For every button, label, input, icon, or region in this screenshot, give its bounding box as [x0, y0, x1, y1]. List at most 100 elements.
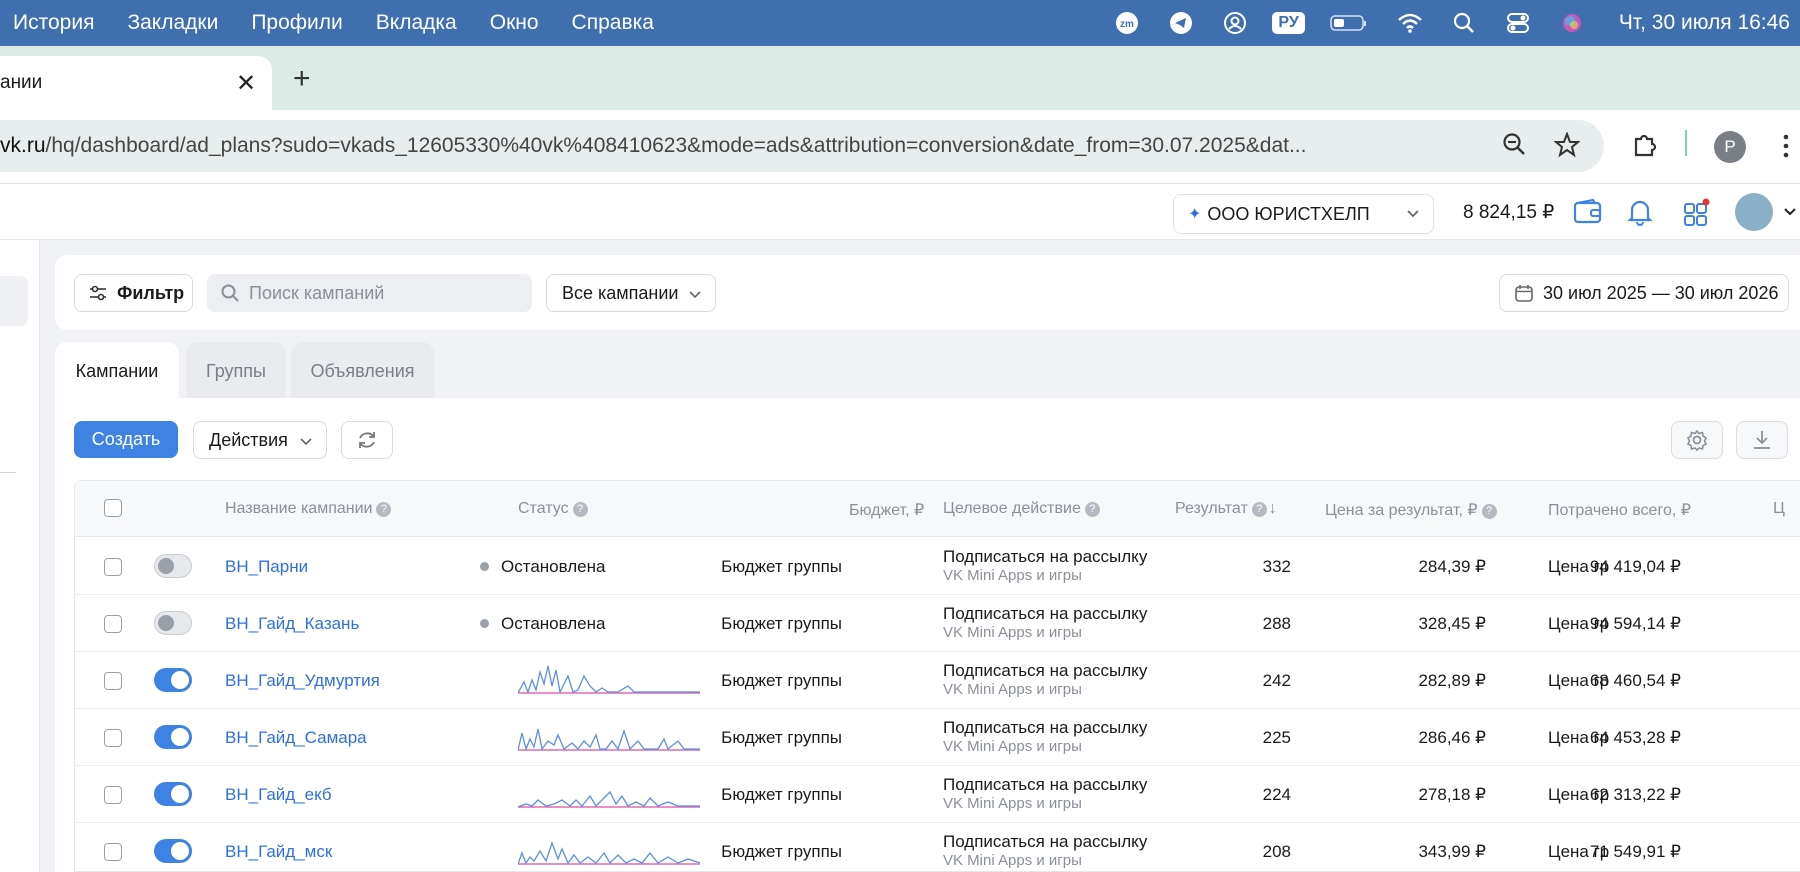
campaign-name-link[interactable]: ВН_Гайд_мск [225, 842, 332, 862]
help-icon[interactable]: ? [1251, 502, 1267, 517]
date-range-picker[interactable]: 30 июл 2025 — 30 июл 2026 [1499, 274, 1789, 312]
campaign-toggle[interactable] [154, 611, 192, 635]
table-row[interactable]: ВН_Парни Остановлена Бюджет группы Подпи… [75, 538, 1800, 595]
table-settings-button[interactable] [1671, 421, 1723, 459]
menu-help[interactable]: Справка [572, 11, 654, 35]
campaign-toggle[interactable] [154, 554, 192, 578]
budget-value: Бюджет группы [721, 671, 842, 690]
close-tab-icon[interactable]: ✕ [236, 69, 256, 98]
sort-desc-icon[interactable]: ↓ [1269, 500, 1277, 517]
tab-ads[interactable]: Объявления [291, 342, 434, 400]
new-tab-icon[interactable]: + [293, 62, 311, 96]
browser-profile-avatar[interactable]: P [1714, 131, 1746, 163]
help-icon[interactable]: ? [1084, 502, 1100, 517]
column-header-price[interactable]: Цена за результат, ₽? [1325, 500, 1497, 520]
target-platform: VK Mini Apps и игры [943, 567, 1082, 585]
target-action: Подписаться на рассылку [943, 832, 1148, 851]
campaign-toggle[interactable] [154, 668, 192, 692]
filter-button[interactable]: Фильтр [74, 274, 193, 312]
next-column-value: Цена гр [1548, 842, 1610, 861]
wallet-icon[interactable] [1573, 198, 1603, 231]
tab-campaigns[interactable]: Кампании [55, 342, 179, 400]
row-checkbox[interactable] [104, 843, 122, 861]
column-header-next[interactable]: Ц [1773, 500, 1785, 518]
select-all-checkbox[interactable] [104, 499, 122, 517]
table-row[interactable]: ВН_Гайд_екб Бюджет группы Подписаться на… [75, 766, 1800, 823]
row-checkbox[interactable] [104, 672, 122, 690]
address-bar[interactable]: vk.ru/hq/dashboard/ad_plans?sudo=vkads_1… [0, 120, 1604, 172]
browser-tab-active[interactable]: ании ✕ [0, 56, 272, 110]
price-per-result: 284,39 ₽ [1418, 557, 1486, 576]
help-icon[interactable]: ? [572, 502, 588, 517]
campaign-name-link[interactable]: ВН_Гайд_екб [225, 785, 332, 805]
menu-tab[interactable]: Вкладка [376, 11, 457, 35]
campaign-toggle[interactable] [154, 725, 192, 749]
sparkle-icon: ✦ [1188, 206, 1202, 223]
user-avatar[interactable] [1735, 193, 1773, 231]
notifications-bell-icon[interactable] [1627, 198, 1653, 231]
battery-icon[interactable] [1329, 10, 1369, 36]
zoom-icon[interactable]: zm [1114, 10, 1140, 36]
browser-tab-title: ании [0, 72, 43, 93]
help-icon[interactable]: ? [376, 502, 392, 517]
extensions-puzzle-icon[interactable] [1632, 132, 1658, 163]
campaign-toggle[interactable] [154, 839, 192, 863]
table-row[interactable]: ВН_Гайд_Самара Бюджет группы Подписаться… [75, 709, 1800, 766]
campaign-name-link[interactable]: ВН_Гайд_Казань [225, 614, 359, 634]
siri-icon[interactable] [1559, 10, 1585, 36]
campaign-toggle[interactable] [154, 782, 192, 806]
column-header-name[interactable]: Название кампании? [225, 500, 392, 518]
column-header-spent[interactable]: Потрачено всего, ₽ [1548, 500, 1691, 520]
organization-select[interactable]: ✦ ООО ЮРИСТХЕЛП [1173, 194, 1434, 234]
table-row[interactable]: ВН_Гайд_Казань Остановлена Бюджет группы… [75, 595, 1800, 652]
campaign-name-link[interactable]: ВН_Парни [225, 557, 308, 577]
telegram-icon[interactable] [1168, 10, 1194, 36]
refresh-button[interactable] [341, 421, 393, 459]
menu-bookmarks[interactable]: Закладки [127, 11, 218, 35]
next-column-value: Цена гр [1548, 671, 1610, 690]
spotlight-search-icon[interactable] [1451, 10, 1477, 36]
target-action-cell: Подписаться на рассылку VK Mini Apps и и… [943, 831, 1147, 871]
row-checkbox[interactable] [104, 729, 122, 747]
control-center-icon[interactable] [1505, 10, 1531, 36]
campaigns-select[interactable]: Все кампании [546, 274, 716, 312]
actions-dropdown[interactable]: Действия [193, 421, 327, 459]
menu-window[interactable]: Окно [490, 11, 539, 35]
chevron-down-icon [687, 286, 703, 307]
bookmark-star-icon[interactable] [1553, 131, 1581, 163]
column-header-result[interactable]: Результат? ↓ [1175, 500, 1277, 518]
target-platform: VK Mini Apps и игры [943, 738, 1082, 756]
row-checkbox[interactable] [104, 786, 122, 804]
campaign-name-link[interactable]: ВН_Гайд_Самара [225, 728, 367, 748]
zoom-out-icon[interactable] [1502, 132, 1526, 161]
row-checkbox[interactable] [104, 615, 122, 633]
table-row[interactable]: ВН_Гайд_Удмуртия Бюджет группы Подписать… [75, 652, 1800, 709]
wifi-icon[interactable] [1397, 10, 1423, 36]
download-button[interactable] [1736, 421, 1788, 459]
target-platform: VK Mini Apps и игры [943, 681, 1082, 699]
column-header-budget[interactable]: Бюджет, ₽ [849, 500, 924, 520]
user-menu-chevron-icon[interactable] [1782, 204, 1798, 225]
search-input[interactable] [249, 282, 519, 304]
column-header-result-label: Результат [1175, 500, 1248, 517]
help-icon[interactable]: ? [1481, 504, 1497, 519]
menubar-clock[interactable]: Чт, 30 июля 16:46 [1619, 11, 1790, 35]
sidebar-selected-item[interactable] [0, 276, 28, 326]
tab-groups[interactable]: Группы [186, 342, 286, 400]
browser-menu-icon[interactable] [1782, 134, 1790, 163]
app-header: ✦ ООО ЮРИСТХЕЛП 8 824,15 ₽ [0, 184, 1800, 240]
menu-profiles[interactable]: Профили [251, 11, 342, 35]
apps-grid-icon[interactable] [1683, 198, 1711, 231]
input-language-indicator[interactable]: РУ [1272, 12, 1305, 34]
table-row[interactable]: ВН_Гайд_мск Бюджет группы Подписаться на… [75, 823, 1800, 871]
campaign-name-link[interactable]: ВН_Гайд_Удмуртия [225, 671, 380, 691]
user-account-icon[interactable] [1222, 10, 1248, 36]
column-header-price-label: Цена за результат, ₽ [1325, 502, 1478, 519]
menu-history[interactable]: История [13, 11, 94, 35]
column-header-status[interactable]: Статус? [518, 500, 588, 518]
row-checkbox[interactable] [104, 558, 122, 576]
create-button[interactable]: Создать [74, 421, 178, 458]
column-header-target[interactable]: Целевое действие? [943, 500, 1100, 518]
price-per-result: 286,46 ₽ [1418, 728, 1486, 747]
browser-toolbar: vk.ru/hq/dashboard/ad_plans?sudo=vkads_1… [0, 110, 1800, 184]
